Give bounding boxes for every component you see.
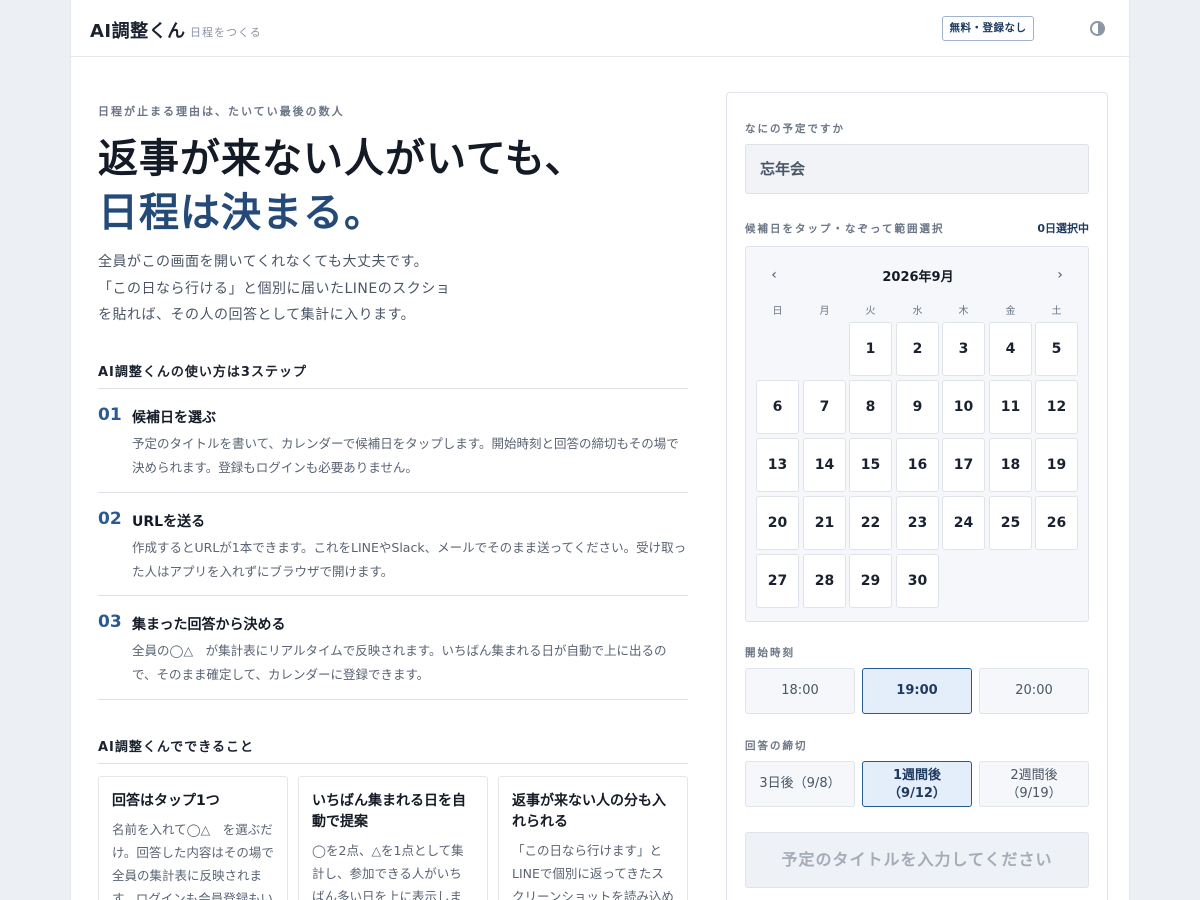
weekday-header: 土 — [1051, 306, 1062, 317]
calendar-day[interactable]: 12 — [1035, 380, 1078, 434]
feature-card: 返事が来ない人の分も入れられる 「この日なら行けます」とLINEで個別に返ってき… — [498, 776, 688, 900]
start-time-option[interactable]: 20:00 — [979, 668, 1089, 714]
step-title: 集まった回答から決める — [132, 617, 286, 633]
dates-label: 候補日をタップ・なぞって範囲選択 — [745, 223, 945, 235]
calendar-day[interactable]: 11 — [989, 380, 1032, 434]
step-description: 作成するとURLが1本できます。これをLINEやSlack、メールでそのまま送っ… — [132, 540, 687, 579]
calendar-day[interactable]: 18 — [989, 438, 1032, 492]
header: AI調整くん 日程をつくる 無料・登録なし — [71, 0, 1129, 57]
feature-title: いちばん集まれる日を自動で提案 — [312, 793, 466, 830]
calendar-day[interactable]: 3 — [942, 322, 985, 376]
start-time-label: 開始時刻 — [745, 647, 795, 659]
step-description: 全員の◯△ が集計表にリアルタイムで反映されます。いちばん集まれる日が自動で上に… — [132, 643, 667, 682]
calendar-day[interactable]: 9 — [896, 380, 939, 434]
logo[interactable]: AI調整くん — [90, 17, 186, 43]
lead-line: 全員がこの画面を開いてくれなくても大丈夫です。 — [98, 254, 429, 270]
deadline-option[interactable]: 3日後（9/8） — [745, 761, 855, 807]
calendar-day[interactable]: 4 — [989, 322, 1032, 376]
half-circle-contrast-icon[interactable] — [1090, 21, 1105, 36]
divider — [98, 595, 688, 596]
selected-count: 0日選択中 — [1037, 222, 1089, 235]
feature-title: 返事が来ない人の分も入れられる — [512, 793, 666, 830]
features-section-title: AI調整くんでできること — [98, 740, 254, 755]
feature-card: 回答はタップ1つ 名前を入れて◯△ を選ぶだけ。回答した内容はその場で全員の集計… — [98, 776, 288, 900]
calendar-day[interactable]: 7 — [803, 380, 846, 434]
deadline-option-date: （9/12） — [888, 786, 946, 801]
create-event-panel: なにの予定ですか 忘年会 候補日をタップ・なぞって範囲選択 0日選択中 ‹ 20… — [726, 92, 1108, 900]
deadline-option[interactable]: 2週間後 （9/19） — [979, 761, 1089, 807]
title-label: なにの予定ですか — [745, 123, 845, 135]
calendar-day[interactable]: 17 — [942, 438, 985, 492]
tagline: 日程をつくる — [190, 26, 262, 39]
calendar-day[interactable]: 21 — [803, 496, 846, 550]
calendar-day[interactable]: 2 — [896, 322, 939, 376]
start-time-option[interactable]: 18:00 — [745, 668, 855, 714]
calendar-day[interactable]: 6 — [756, 380, 799, 434]
lead-line: 「この日なら行ける」と個別に届いたLINEのスクショ — [98, 280, 451, 297]
calendar-month: 2026年9月 — [882, 270, 954, 285]
lead-text: 全員がこの画面を開いてくれなくても大丈夫です。 「この日なら行ける」と個別に届い… — [98, 249, 450, 329]
calendar-day[interactable]: 10 — [942, 380, 985, 434]
calendar-day[interactable]: 13 — [756, 438, 799, 492]
create-button[interactable]: 予定のタイトルを入力してください — [745, 832, 1089, 888]
divider — [98, 492, 688, 493]
weekday-header: 月 — [819, 306, 830, 317]
calendar-day[interactable]: 1 — [849, 322, 892, 376]
calendar-day[interactable]: 5 — [1035, 322, 1078, 376]
deadline-option-label: 1週間後 — [892, 768, 942, 783]
calendar-day[interactable]: 30 — [896, 554, 939, 608]
free-badge: 無料・登録なし — [942, 16, 1034, 41]
divider — [98, 699, 688, 700]
calendar-day[interactable]: 22 — [849, 496, 892, 550]
deadline-option-date: （9/19） — [1006, 786, 1062, 801]
weekday-header: 水 — [912, 306, 923, 317]
divider — [98, 388, 688, 389]
feature-title: 回答はタップ1つ — [112, 793, 220, 809]
eyebrow: 日程が止まる理由は、たいてい最後の数人 — [98, 105, 345, 118]
step-title: URLを送る — [132, 514, 206, 530]
start-time-option[interactable]: 19:00 — [862, 668, 972, 714]
feature-card: いちばん集まれる日を自動で提案 ◯を2点、△を1点として集計し、参加できる人がい… — [298, 776, 488, 900]
step-title: 候補日を選ぶ — [132, 410, 216, 426]
calendar-day[interactable]: 20 — [756, 496, 799, 550]
weekday-header: 火 — [865, 306, 876, 317]
calendar-day[interactable]: 14 — [803, 438, 846, 492]
weekday-header: 日 — [772, 306, 783, 317]
headline-line-2: 日程は決まる。 — [98, 190, 385, 236]
page: AI調整くん 日程をつくる 無料・登録なし 日程が止まる理由は、たいてい最後の数… — [70, 0, 1130, 900]
calendar-day[interactable]: 15 — [849, 438, 892, 492]
calendar-day[interactable]: 19 — [1035, 438, 1078, 492]
deadline-option-label: 3日後（9/8） — [759, 776, 841, 791]
calendar-day[interactable]: 23 — [896, 496, 939, 550]
steps-section-title: AI調整くんの使い方は3ステップ — [98, 365, 307, 380]
calendar-day[interactable]: 26 — [1035, 496, 1078, 550]
weekday-header: 金 — [1005, 306, 1016, 317]
feature-description: 名前を入れて◯△ を選ぶだけ。回答した内容はその場で全員の集計表に反映されます。… — [112, 822, 274, 900]
calendar-day[interactable]: 28 — [803, 554, 846, 608]
calendar-day[interactable]: 27 — [756, 554, 799, 608]
step-number: 03 — [98, 612, 122, 632]
calendar-day[interactable]: 24 — [942, 496, 985, 550]
headline: 返事が来ない人がいても、 日程は決まる。 — [98, 132, 586, 240]
feature-description: 「この日なら行けます」とLINEで個別に返ってきたスクリーンショットを読み込めま… — [512, 843, 674, 900]
calendar-day[interactable]: 8 — [849, 380, 892, 434]
calendar-day[interactable]: 16 — [896, 438, 939, 492]
headline-line-1: 返事が来ない人がいても、 — [98, 136, 586, 182]
calendar: ‹ 2026年9月 › 日月火水木金土 1 2 3 4 5 6 7 8 9 10 11 12 13 14 15… — [745, 246, 1089, 622]
calendar-day[interactable]: 25 — [989, 496, 1032, 550]
step-description: 予定のタイトルを書いて、カレンダーで候補日をタップします。開始時刻と回答の締切も… — [132, 436, 679, 475]
feature-description: ◯を2点、△を1点として集計し、参加できる人がいちばん多い日を上に表示します。 — [312, 843, 464, 900]
event-title-input[interactable]: 忘年会 — [745, 144, 1089, 194]
step-number: 01 — [98, 405, 122, 425]
deadline-option-label: 2週間後 — [1010, 768, 1058, 783]
step-number: 02 — [98, 509, 122, 529]
weekday-header: 木 — [958, 306, 969, 317]
deadline-label: 回答の締切 — [745, 740, 808, 752]
calendar-day[interactable]: 29 — [849, 554, 892, 608]
chevron-right-icon[interactable]: › — [1050, 267, 1070, 283]
divider — [98, 763, 688, 764]
deadline-option[interactable]: 1週間後 （9/12） — [862, 761, 972, 807]
lead-line: を貼れば、その人の回答として集計に入ります。 — [98, 307, 416, 323]
